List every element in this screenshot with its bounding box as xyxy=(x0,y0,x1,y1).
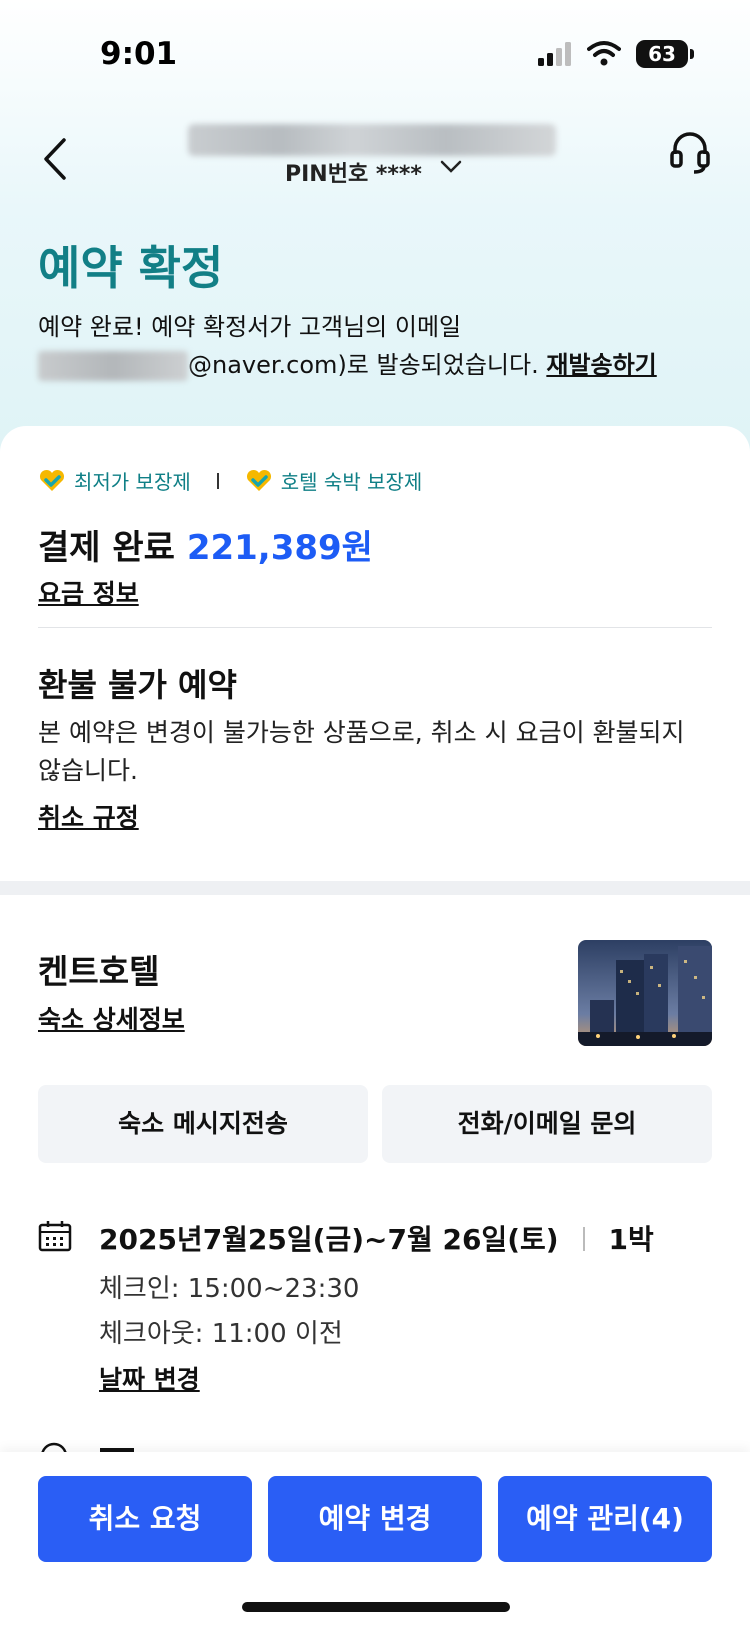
home-indicator[interactable] xyxy=(242,1602,510,1612)
pin-number[interactable]: PIN번호 **** xyxy=(285,156,422,188)
cellular-signal-icon xyxy=(538,42,571,66)
payment-amount: 221,389원 xyxy=(186,528,373,568)
divider xyxy=(38,627,712,628)
cancellation-policy-link[interactable]: 취소 규정 xyxy=(38,798,139,834)
intro-line: 예약 완료! 예약 확정서가 고객님의 이메일 xyxy=(38,313,462,341)
date-divider xyxy=(582,1227,585,1251)
badge-divider xyxy=(216,472,219,489)
checkout-time: 체크아웃: 11:00 이전 xyxy=(99,1319,343,1349)
resend-link[interactable]: 재발송하기 xyxy=(546,351,656,379)
guarantee-label: 최저가 보장제 xyxy=(74,470,191,494)
change-date-link[interactable]: 날짜 변경 xyxy=(99,1360,200,1396)
lowest-price-guarantee[interactable]: 최저가 보장제 xyxy=(38,466,191,495)
email-line: @naver.com)로 발송되었습니다. 재발송하기 xyxy=(38,346,728,384)
page-title: 예약 확정 xyxy=(38,241,224,295)
heart-check-icon xyxy=(246,469,271,491)
calendar-icon xyxy=(38,1221,72,1252)
hotel-skyline-image xyxy=(578,940,712,1046)
fare-info-link[interactable]: 요금 정보 xyxy=(38,574,139,610)
blurred-email xyxy=(38,351,188,381)
date-range: 2025년7월25일(금)~7월 26일(토) xyxy=(99,1223,559,1256)
status-time: 9:01 xyxy=(100,36,178,72)
battery-icon: 63 xyxy=(636,40,688,68)
chevron-down-icon[interactable] xyxy=(440,160,462,174)
heart-check-icon xyxy=(39,469,65,491)
email-suffix: @naver.com)로 발송되었습니다. xyxy=(188,351,539,379)
partially-hidden-row xyxy=(41,1442,134,1452)
nights-count: 1박 xyxy=(608,1223,654,1256)
status-bar: 9:01 63 xyxy=(0,0,750,100)
hotel-message-button[interactable]: 숙소 메시지전송 xyxy=(38,1085,368,1163)
wifi-icon xyxy=(587,41,621,66)
contact-hotel-button[interactable]: 전화/이메일 문의 xyxy=(382,1085,712,1163)
headset-icon[interactable] xyxy=(670,130,710,174)
back-arrow-icon[interactable] xyxy=(38,134,78,184)
top-navigation: PIN번호 **** xyxy=(0,110,750,200)
blurred-hotel-title xyxy=(188,124,556,156)
cancel-request-button[interactable]: 취소 요청 xyxy=(38,1476,252,1562)
stay-dates: 2025년7월25일(금)~7월 26일(토) 1박 xyxy=(99,1218,654,1258)
guarantee-label: 호텔 숙박 보장제 xyxy=(280,470,423,494)
hotel-photo[interactable] xyxy=(578,940,712,1046)
battery-tip xyxy=(690,49,694,59)
hotel-name: 켄트호텔 xyxy=(38,952,160,991)
section-separator xyxy=(0,881,750,895)
refund-title: 환불 불가 예약 xyxy=(38,666,237,704)
hotel-detail-link[interactable]: 숙소 상세정보 xyxy=(38,1000,185,1036)
hotel-stay-guarantee[interactable]: 호텔 숙박 보장제 xyxy=(245,466,423,495)
confirmation-message: 예약 완료! 예약 확정서가 고객님의 이메일 @naver.com)로 발송되… xyxy=(38,308,728,384)
payment-card: 최저가 보장제 호텔 숙박 보장제 결제 완료 221,389원 요금 정보 환… xyxy=(0,426,750,881)
payment-status-label: 결제 완료 xyxy=(38,528,175,568)
refund-description: 본 예약은 변경이 불가능한 상품으로, 취소 시 요금이 환불되지 않습니다. xyxy=(38,718,685,785)
payment-status: 결제 완료 221,389원 xyxy=(38,520,373,569)
checkin-time: 체크인: 15:00~23:30 xyxy=(99,1274,360,1304)
guarantee-badges: 최저가 보장제 호텔 숙박 보장제 xyxy=(38,466,422,495)
bottom-action-bar: 취소 요청 예약 변경 예약 관리(4) xyxy=(0,1452,750,1626)
change-reservation-button[interactable]: 예약 변경 xyxy=(268,1476,482,1562)
manage-reservation-button[interactable]: 예약 관리(4) xyxy=(498,1476,712,1562)
